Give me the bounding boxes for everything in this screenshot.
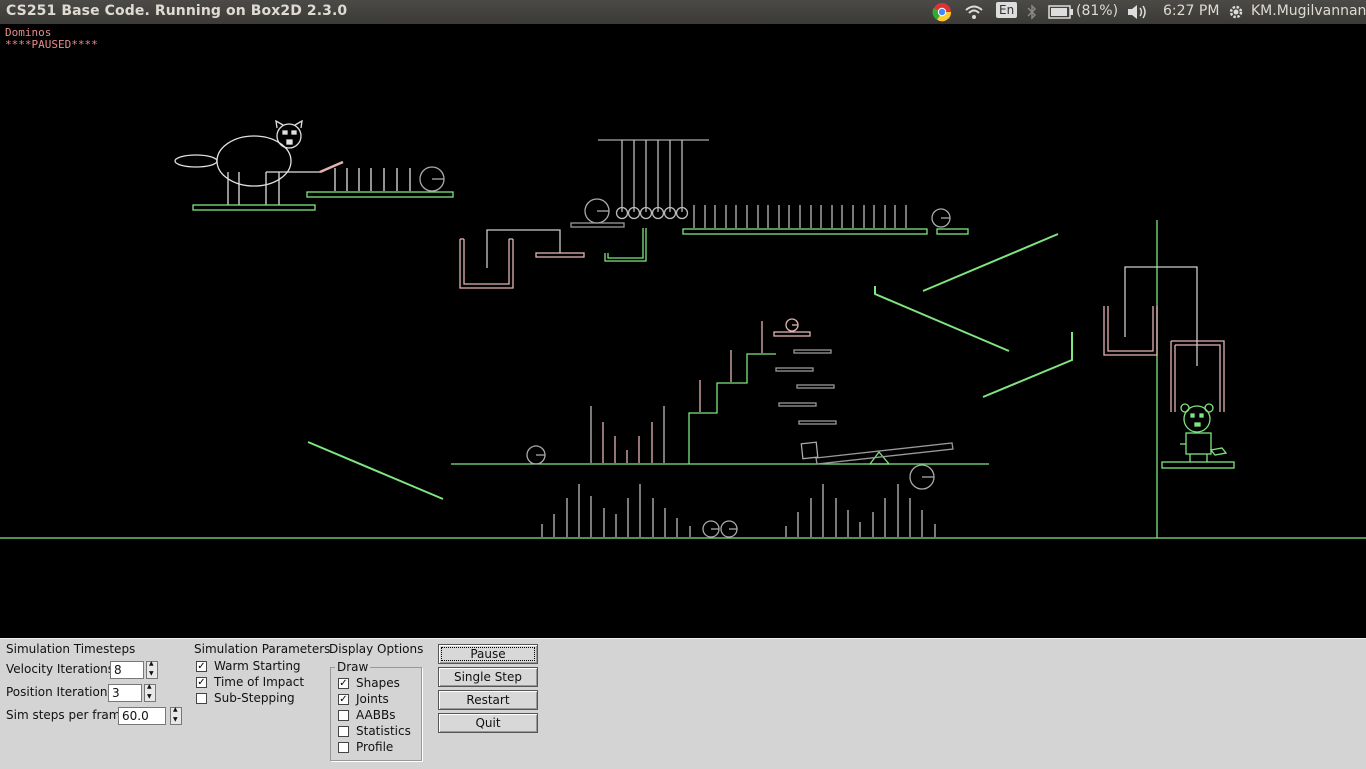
ramp-3	[982, 332, 1073, 398]
checkbox-label: Shapes	[356, 676, 400, 690]
small-hook	[604, 228, 647, 262]
gear-icon[interactable]	[1228, 4, 1244, 24]
timesteps-heading: Simulation Timesteps	[6, 642, 136, 656]
ball-4	[785, 318, 799, 332]
ball-4-shelf	[773, 331, 811, 337]
checkbox-statistics[interactable]	[338, 726, 349, 737]
checkbox-label: Profile	[356, 740, 394, 754]
checkbox-time-of-impact[interactable]: ✓	[196, 677, 207, 688]
position-iterations-stepper[interactable]	[144, 683, 156, 702]
pulley-rope	[486, 229, 561, 268]
checkbox-label: Joints	[356, 692, 389, 706]
single-step-button[interactable]: Single Step	[438, 667, 538, 687]
ball-3	[931, 208, 951, 228]
user-name[interactable]: KM.Mugilvannan	[1251, 3, 1366, 19]
simulation-canvas[interactable]: Dominos ****PAUSED****	[0, 24, 1366, 638]
ball-1	[419, 166, 445, 192]
language-indicator[interactable]: En	[996, 2, 1018, 18]
pulley-plank	[535, 252, 585, 258]
seesaw-plank	[815, 442, 954, 465]
ramp-2	[874, 286, 1010, 352]
ramp-1	[922, 233, 1059, 292]
world-drawing	[0, 119, 1366, 539]
ramp-left	[307, 441, 444, 500]
checkbox-label: Warm Starting	[214, 659, 301, 673]
bottom-dominos-right	[785, 484, 936, 537]
wifi-icon[interactable]	[964, 4, 984, 24]
control-panel: Simulation Timesteps Velocity Iterations…	[0, 638, 1366, 769]
staircase	[688, 353, 776, 464]
dog-figure	[1180, 403, 1228, 462]
seesaw-box	[800, 441, 819, 460]
mid-dominos-pink	[602, 422, 653, 463]
cat-paw-lever	[319, 160, 344, 174]
battery-icon[interactable]	[1048, 5, 1074, 23]
bottom-dominos-left	[541, 484, 691, 537]
checkbox-shapes[interactable]: ✓	[338, 678, 349, 689]
ball-2	[584, 198, 610, 224]
velocity-iterations-stepper[interactable]	[146, 660, 158, 679]
cat-figure	[174, 119, 320, 205]
position-iterations-label: Position Iterations	[6, 685, 114, 699]
cat-platform	[192, 204, 316, 211]
battery-percent: (81%)	[1076, 3, 1119, 19]
checkbox-profile[interactable]	[338, 742, 349, 753]
checkbox-label: Time of Impact	[214, 675, 305, 689]
display-heading: Display Options	[329, 642, 424, 656]
checkbox-sub-stepping[interactable]	[196, 693, 207, 704]
chrome-icon[interactable]	[932, 2, 952, 26]
restart-button[interactable]: Restart	[438, 690, 538, 710]
cradle-strings	[621, 140, 683, 212]
params-heading: Simulation Parameters	[194, 642, 331, 656]
ball-6	[909, 464, 935, 490]
domino-row-2	[693, 205, 907, 228]
top-panel: CS251 Base Code. Running on Box2D 2.3.0 …	[0, 0, 1366, 24]
domino-row-1	[334, 168, 411, 191]
bottom-balls	[702, 520, 738, 538]
sim-steps-stepper[interactable]	[170, 706, 182, 725]
ball-3-shelf	[936, 228, 969, 235]
checkbox-aabbs[interactable]	[338, 710, 349, 721]
window-title: CS251 Base Code. Running on Box2D 2.3.0	[6, 3, 348, 19]
bluetooth-icon[interactable]	[1026, 3, 1038, 25]
draw-group-label: Draw	[335, 660, 371, 674]
cradle-balls	[615, 206, 689, 220]
checkbox-warm-starting[interactable]: ✓	[196, 661, 207, 672]
domino-shelf-2	[682, 228, 928, 235]
pause-button[interactable]: Pause	[438, 644, 538, 664]
sim-steps-label: Sim steps per frame	[6, 708, 128, 722]
sim-steps-input[interactable]: 60.0	[118, 707, 166, 725]
velocity-iterations-input[interactable]: 8	[110, 661, 144, 679]
ball-5	[526, 445, 546, 465]
clock[interactable]: 6:27 PM	[1163, 3, 1219, 19]
velocity-iterations-label: Velocity Iterations	[6, 662, 115, 676]
dog-platform	[1161, 461, 1235, 469]
right-bucket-left	[1103, 306, 1158, 356]
checkbox-label: Statistics	[356, 724, 411, 738]
checkbox-label: Sub-Stepping	[214, 691, 295, 705]
stair-dominos	[699, 321, 763, 412]
ball-2-shelf	[570, 222, 625, 228]
domino-shelf-1	[306, 191, 454, 198]
volume-icon[interactable]	[1126, 4, 1148, 24]
position-iterations-input[interactable]: 3	[108, 684, 142, 702]
checkbox-joints[interactable]: ✓	[338, 694, 349, 705]
quit-button[interactable]: Quit	[438, 713, 538, 733]
step-planks	[775, 349, 837, 425]
checkbox-label: AABBs	[356, 708, 396, 722]
